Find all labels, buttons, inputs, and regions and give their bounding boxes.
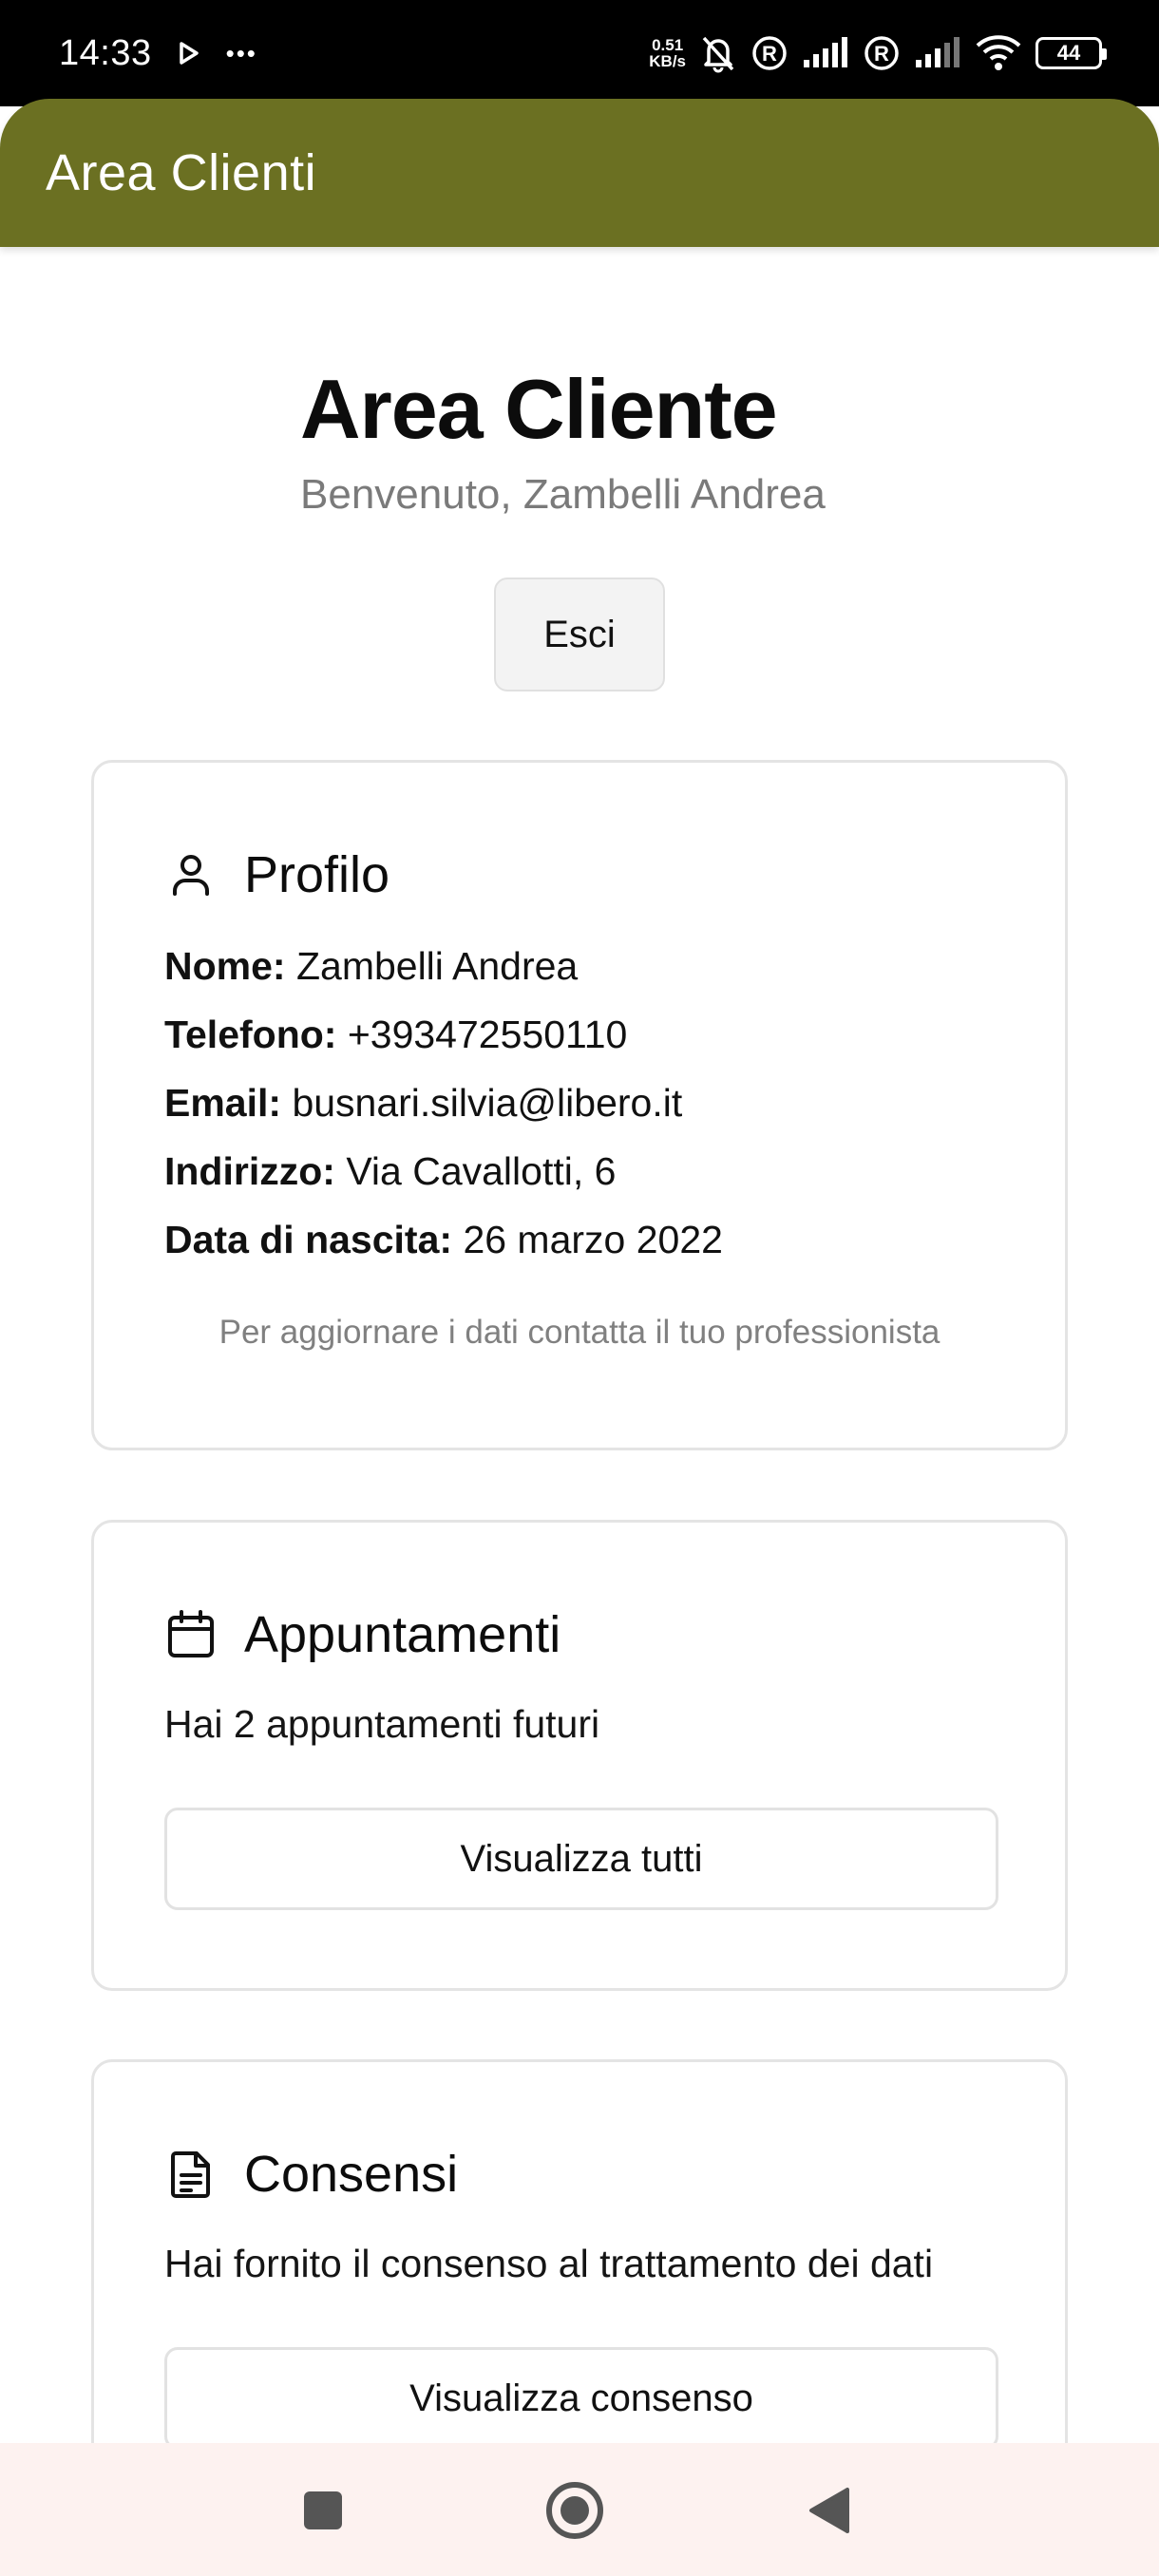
roaming-icon: R <box>752 36 787 70</box>
profile-fields: Nome: Zambelli Andrea Telefono: +3934725… <box>164 932 995 1274</box>
page-title: Area Cliente <box>300 362 778 456</box>
profile-update-note: Per aggiornare i dati contatta il tuo pr… <box>218 1314 940 1351</box>
profile-field-name: Nome: Zambelli Andrea <box>164 944 579 988</box>
appointments-title: Appuntamenti <box>244 1606 561 1663</box>
recent-apps-icon[interactable] <box>290 2477 356 2544</box>
logout-button[interactable]: Esci <box>494 578 665 691</box>
view-all-appointments-button[interactable]: Visualizza tutti <box>164 1808 998 1910</box>
bell-off-icon <box>702 36 734 73</box>
back-icon[interactable] <box>796 2477 863 2544</box>
network-speed: 0.51 KB/s <box>649 36 686 70</box>
welcome-text: Benvenuto, Zambelli Andrea <box>300 471 826 518</box>
play-notification-icon <box>179 42 199 65</box>
svg-text:R: R <box>874 42 889 66</box>
consents-summary: Hai fornito il consenso al trattamento d… <box>164 2242 934 2285</box>
screen: 14:33 ••• 0.51 KB/s R R 44 Area Clienti … <box>0 0 1159 2576</box>
app-bar: Area Clienti <box>0 99 1159 247</box>
consents-title: Consensi <box>244 2146 459 2203</box>
wifi-icon <box>976 35 1021 70</box>
appointments-summary: Hai 2 appuntamenti futuri <box>164 1702 600 1746</box>
profile-field-birthdate: Data di nascita: 26 marzo 2022 <box>164 1218 723 1261</box>
status-time: 14:33 <box>59 32 152 73</box>
app-title: Area Clienti <box>46 144 317 201</box>
profile-card: Profilo Nome: Zambelli Andrea Telefono: … <box>91 760 1068 1450</box>
profile-card-header: Profilo <box>164 837 995 913</box>
svg-text:R: R <box>762 42 777 66</box>
home-icon[interactable] <box>542 2477 608 2544</box>
status-left: 14:33 ••• <box>59 33 257 74</box>
battery-icon: 44 <box>1036 37 1107 69</box>
signal-icon-2 <box>916 37 960 67</box>
profile-field-phone: Telefono: +393472550110 <box>164 1013 628 1056</box>
profile-title: Profilo <box>244 846 390 903</box>
appointments-card: Appuntamenti Hai 2 appuntamenti futuri V… <box>91 1520 1068 1991</box>
system-nav-bar <box>0 2443 1159 2576</box>
more-notifications-icon: ••• <box>225 38 257 67</box>
user-icon <box>173 855 209 896</box>
profile-field-email: Email: busnari.silvia@libero.it <box>164 1081 683 1125</box>
signal-icon <box>804 37 847 67</box>
appointments-card-header: Appuntamenti <box>164 1597 995 1673</box>
status-bar: 14:33 ••• 0.51 KB/s R R 44 <box>0 0 1159 106</box>
consents-card-header: Consensi <box>164 2136 995 2212</box>
document-icon <box>171 2151 210 2198</box>
view-consent-button[interactable]: Visualizza consenso <box>164 2347 998 2450</box>
status-right: 0.51 KB/s R R 44 <box>649 33 1107 73</box>
calendar-icon <box>168 1610 214 1657</box>
profile-field-address: Indirizzo: Via Cavallotti, 6 <box>164 1149 617 1193</box>
roaming-icon-2: R <box>864 36 899 70</box>
